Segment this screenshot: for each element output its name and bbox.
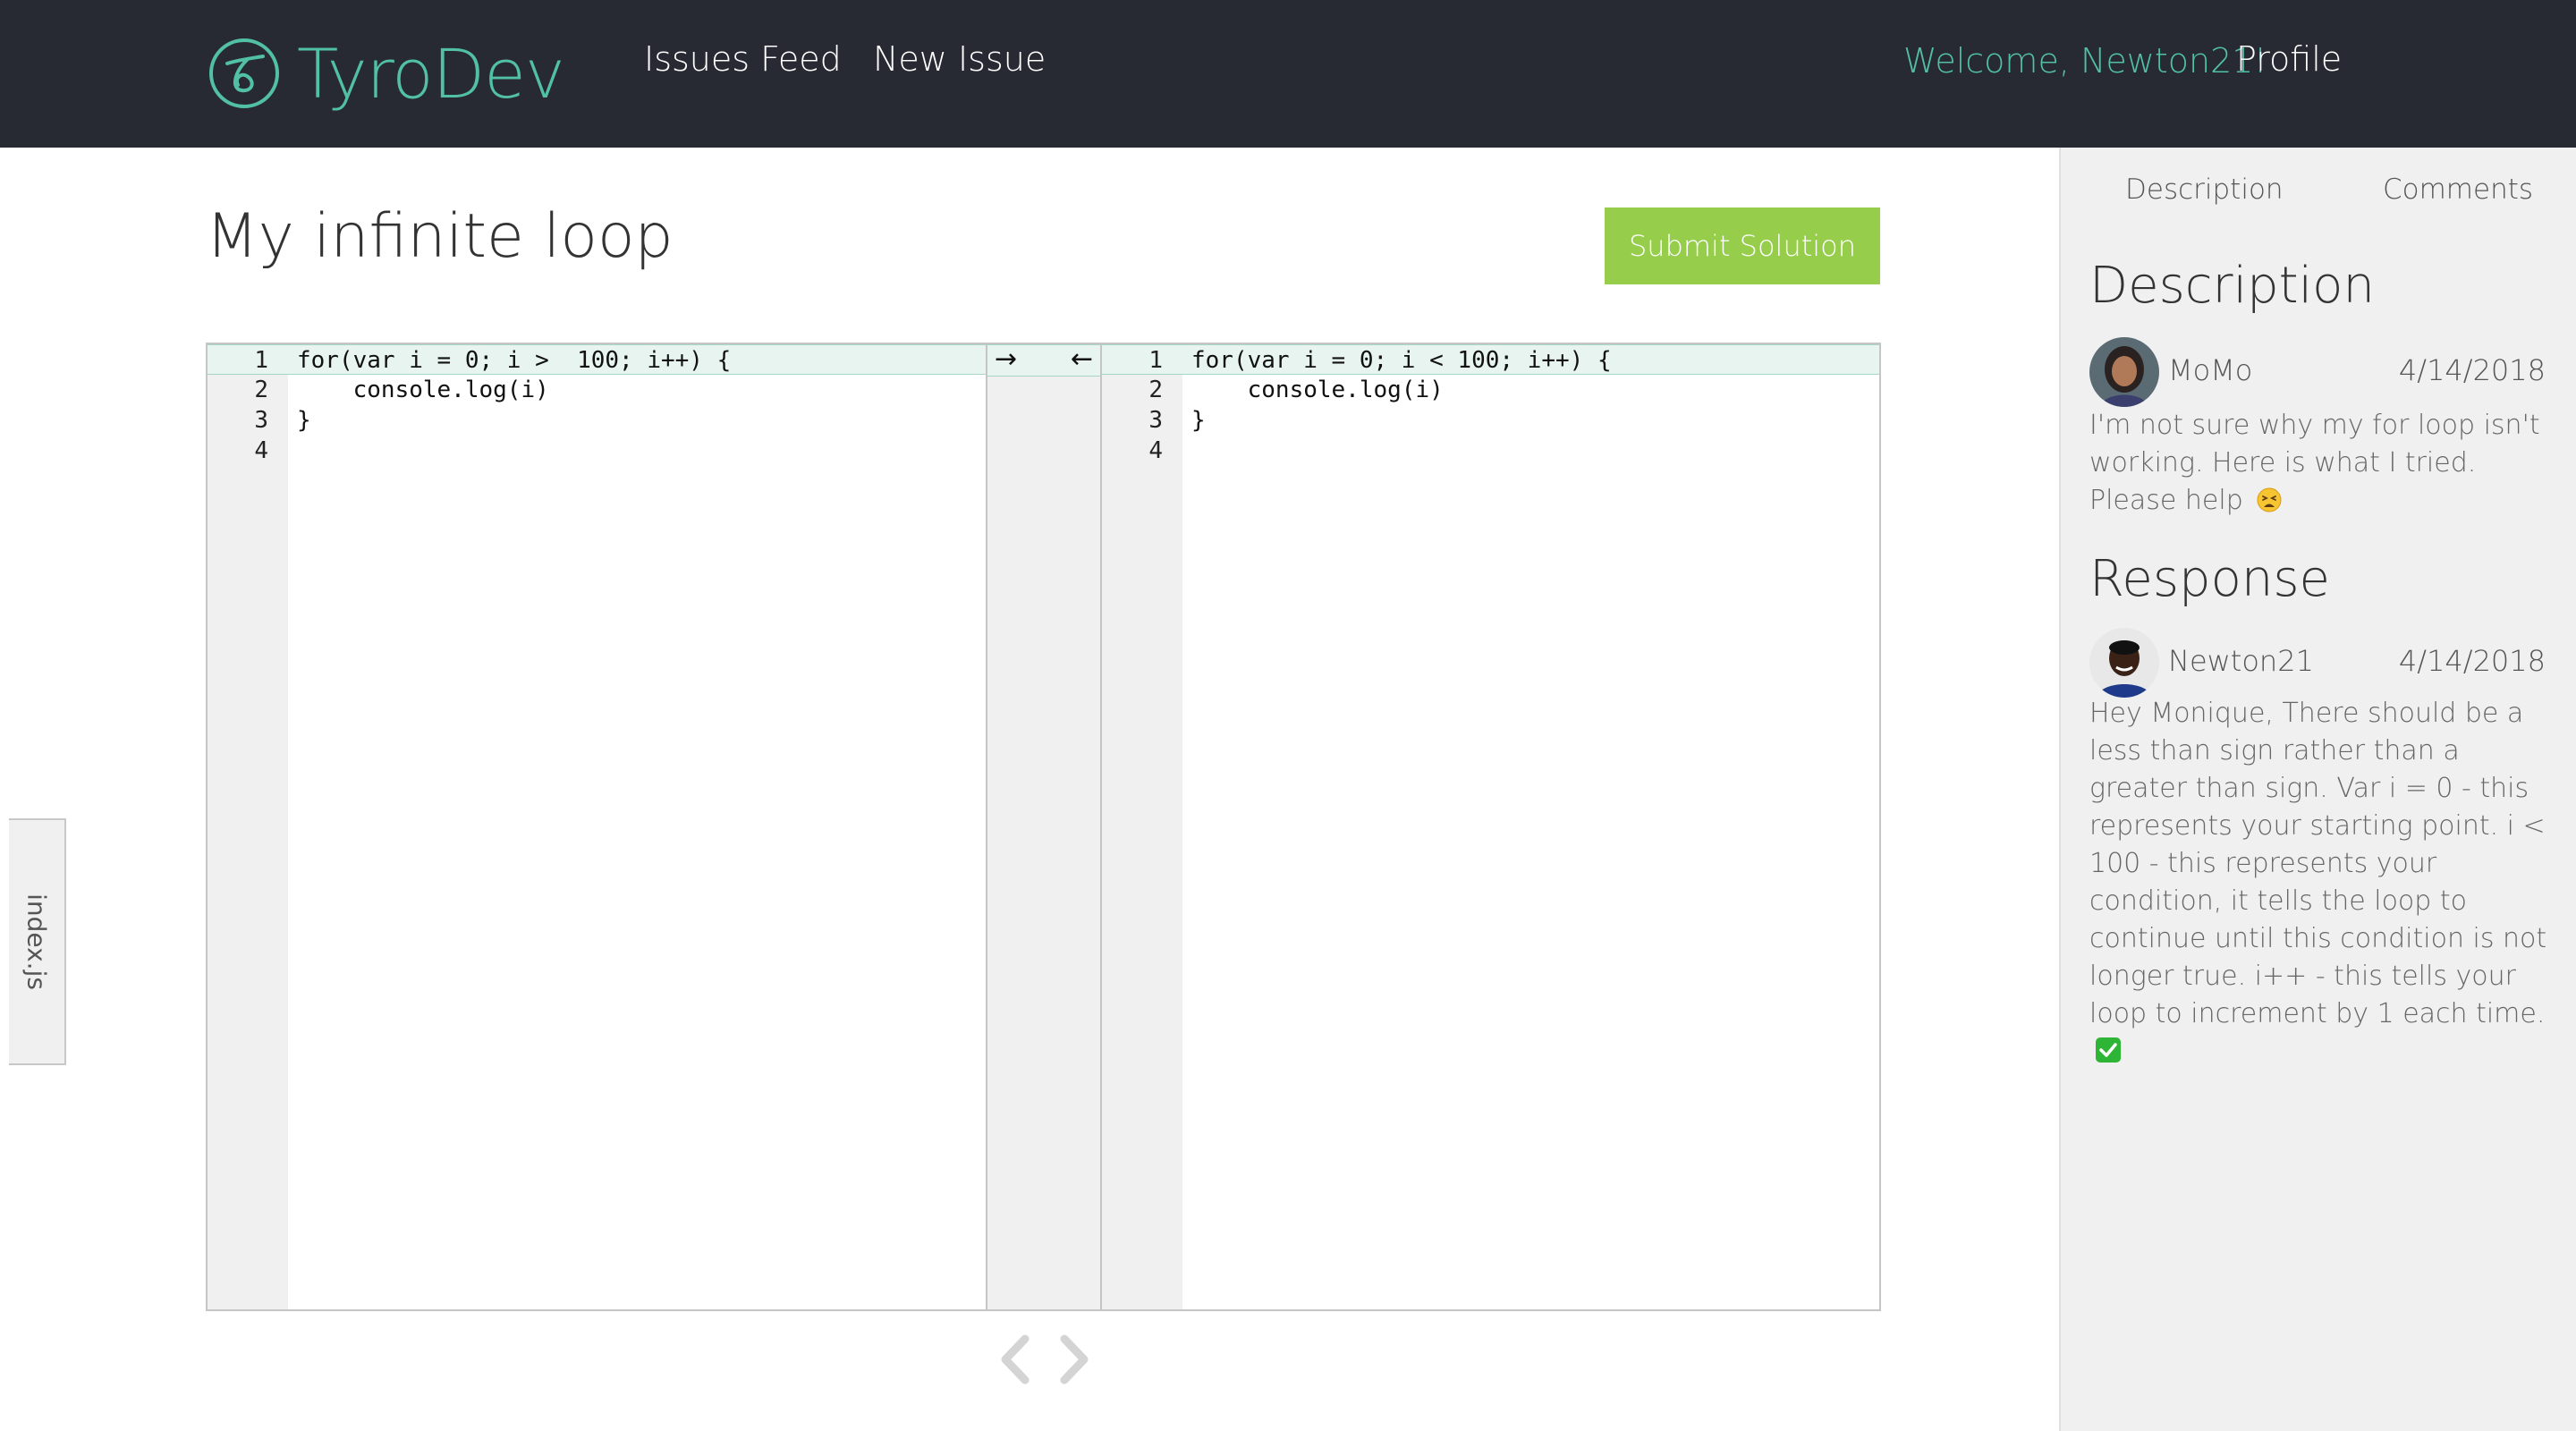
code-line[interactable]: 4 bbox=[1102, 436, 1879, 466]
issue-sidebar: Description Comments Description MoMo 4/… bbox=[2059, 148, 2576, 1431]
line-code: console.log(i) bbox=[1191, 377, 1444, 403]
code-line[interactable]: 3 } bbox=[208, 405, 986, 436]
line-number: 1 bbox=[254, 347, 268, 374]
merge-to-right-arrow-icon[interactable]: → bbox=[995, 344, 1017, 375]
description-post-header: MoMo 4/14/2018 bbox=[2089, 337, 2546, 407]
line-number: 3 bbox=[254, 407, 268, 434]
line-number: 4 bbox=[1148, 437, 1163, 464]
nav-link-issues-feed[interactable]: Issues Feed bbox=[644, 34, 842, 84]
tyrodev-logo-icon bbox=[209, 38, 279, 108]
code-line[interactable]: 2 console.log(i) bbox=[208, 375, 986, 405]
tired-face-emoji-icon bbox=[2257, 487, 2282, 512]
post-date: 4/14/2018 bbox=[2398, 644, 2546, 678]
response-text: Hey Monique, There should be a less than… bbox=[2089, 695, 2555, 1071]
check-mark-emoji-icon bbox=[2096, 1037, 2121, 1063]
response-heading: Response bbox=[2089, 550, 2330, 608]
top-navbar: TyroDev Issues Feed New Issue Welcome, N… bbox=[0, 0, 2576, 148]
main-content: My infinite loop Submit Solution 1 for(v… bbox=[0, 148, 2059, 1431]
line-number: 1 bbox=[1148, 347, 1163, 374]
file-tab-label: index.js bbox=[21, 893, 52, 990]
line-code: for(var i = 0; i < 100; i++) { bbox=[1191, 347, 1612, 374]
nav-link-new-issue[interactable]: New Issue bbox=[873, 34, 1046, 84]
code-line[interactable]: 4 bbox=[208, 436, 986, 466]
code-line[interactable]: 3 } bbox=[1102, 405, 1879, 436]
nav-link-profile[interactable]: Profile bbox=[2236, 34, 2342, 84]
tab-description[interactable]: Description bbox=[2125, 167, 2284, 212]
original-code-pane[interactable]: 1 for(var i = 0; i > 100; i++) { 2 conso… bbox=[208, 344, 986, 1309]
post-author[interactable]: MoMo bbox=[2168, 353, 2252, 387]
brand-name: TyroDev bbox=[297, 33, 565, 114]
line-code: } bbox=[297, 407, 311, 434]
merge-editor: 1 for(var i = 0; i > 100; i++) { 2 conso… bbox=[206, 343, 1881, 1311]
response-post-header: Newton21 4/14/2018 bbox=[2089, 628, 2546, 698]
tab-comments[interactable]: Comments bbox=[2383, 167, 2533, 212]
post-author[interactable]: Newton21 bbox=[2168, 644, 2314, 678]
line-number: 2 bbox=[254, 377, 268, 403]
description-heading: Description bbox=[2089, 257, 2375, 315]
line-code: } bbox=[1191, 407, 1206, 434]
brand-logo[interactable]: TyroDev bbox=[208, 20, 565, 127]
line-number: 4 bbox=[254, 437, 268, 464]
merge-to-left-arrow-icon[interactable]: ← bbox=[1071, 344, 1093, 375]
welcome-message: Welcome, Newton21! bbox=[1903, 41, 2267, 80]
submit-solution-button[interactable]: Submit Solution bbox=[1605, 207, 1880, 284]
post-date: 4/14/2018 bbox=[2398, 353, 2546, 387]
diff-navigation bbox=[993, 1328, 1100, 1391]
response-body: Hey Monique, There should be a less than… bbox=[2089, 698, 2547, 1029]
code-line[interactable]: 1 for(var i = 0; i > 100; i++) { bbox=[208, 344, 986, 375]
description-body: I'm not sure why my for loop isn't worki… bbox=[2089, 410, 2540, 516]
merge-gap: → ← bbox=[986, 344, 1102, 1309]
line-number: 3 bbox=[1148, 407, 1163, 434]
file-tab-index-js[interactable]: index.js bbox=[9, 818, 66, 1065]
solution-code-pane[interactable]: 1 for(var i = 0; i < 100; i++) { 2 conso… bbox=[1102, 344, 1879, 1309]
line-code: console.log(i) bbox=[297, 377, 549, 403]
next-change-chevron-right-icon[interactable] bbox=[1052, 1328, 1097, 1391]
code-line[interactable]: 1 for(var i = 0; i < 100; i++) { bbox=[1102, 344, 1879, 375]
previous-change-chevron-left-icon[interactable] bbox=[993, 1328, 1038, 1391]
description-text: I'm not sure why my for loop isn't worki… bbox=[2089, 407, 2555, 520]
line-code: for(var i = 0; i > 100; i++) { bbox=[297, 347, 732, 374]
avatar[interactable] bbox=[2089, 628, 2159, 698]
line-number: 2 bbox=[1148, 377, 1163, 403]
avatar[interactable] bbox=[2089, 337, 2159, 407]
code-line[interactable]: 2 console.log(i) bbox=[1102, 375, 1879, 405]
issue-title: My infinite loop bbox=[206, 201, 674, 272]
